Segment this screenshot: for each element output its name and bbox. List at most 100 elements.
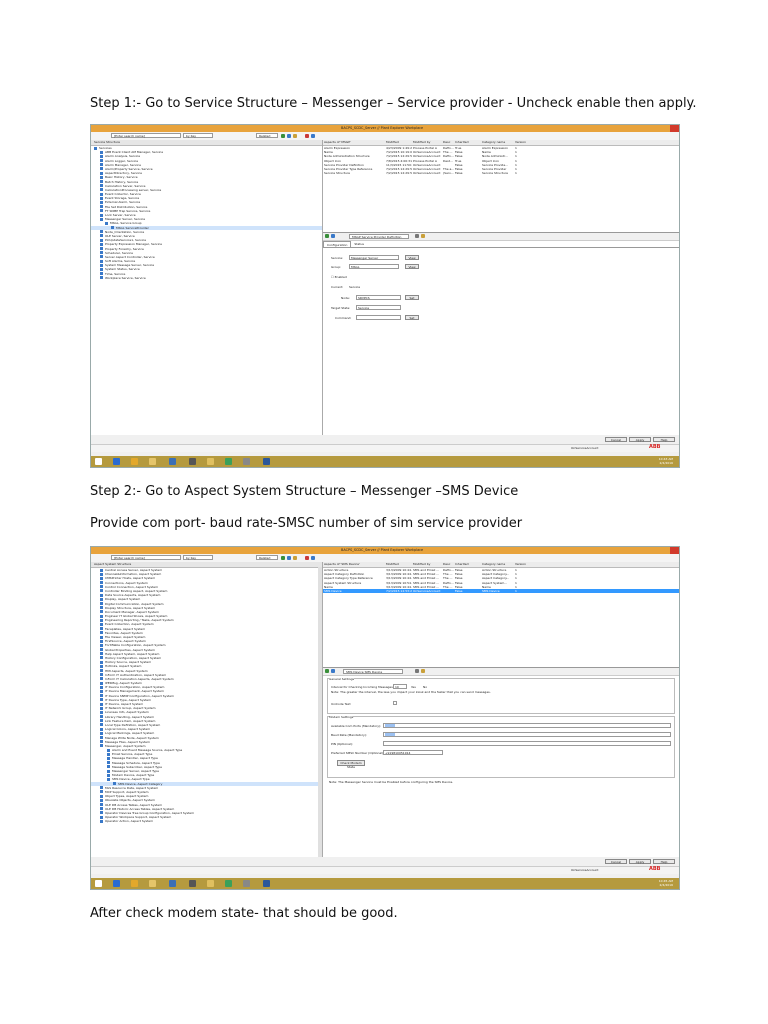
search-input[interactable]: [Enter search name] bbox=[111, 133, 181, 138]
filter-select[interactable]: Related bbox=[256, 133, 278, 138]
filter-select[interactable]: Related bbox=[256, 555, 278, 560]
tab-configuration[interactable]: Configuration bbox=[323, 241, 352, 247]
target-state-select[interactable]: Service bbox=[356, 305, 401, 310]
tree-item[interactable]: Workplace Service, Service bbox=[91, 276, 322, 280]
tree-scrollbar[interactable] bbox=[318, 567, 322, 864]
aspect-forward-icon[interactable] bbox=[331, 669, 335, 673]
maximize-button[interactable] bbox=[661, 547, 670, 554]
interval-yes-radio[interactable]: Yes bbox=[411, 685, 416, 689]
node-select[interactable]: SRVPCS bbox=[356, 295, 401, 300]
app-icon[interactable] bbox=[169, 458, 176, 465]
grid-column-header[interactable]: Modified bbox=[385, 562, 412, 567]
back-icon[interactable] bbox=[281, 555, 285, 560]
folder-task-icon[interactable] bbox=[207, 458, 214, 465]
aspect-back-icon[interactable] bbox=[325, 669, 329, 673]
help-icon[interactable] bbox=[311, 133, 315, 138]
smsc-field[interactable]: +919810051914 bbox=[383, 750, 443, 755]
cancel-button[interactable]: Cancel bbox=[605, 437, 627, 442]
explorer-icon[interactable] bbox=[149, 458, 156, 465]
baud-rate-select[interactable] bbox=[383, 732, 671, 737]
grid-column-header[interactable]: Version bbox=[514, 562, 528, 567]
service-field[interactable]: Messenger Server bbox=[349, 255, 399, 260]
forward-icon[interactable] bbox=[287, 133, 291, 138]
grid-column-header[interactable]: Modified by bbox=[412, 140, 442, 145]
unicode-checkbox[interactable] bbox=[393, 701, 397, 705]
explorer-icon[interactable] bbox=[149, 880, 156, 887]
tool-icon[interactable] bbox=[189, 458, 196, 465]
interval-field[interactable]: 10 bbox=[393, 684, 407, 689]
grid-column-header[interactable]: Version bbox=[514, 140, 528, 145]
grid-column-header[interactable]: Aspects of 'MSGP' bbox=[323, 140, 385, 145]
plant-icon[interactable] bbox=[243, 458, 250, 465]
folder-task-icon[interactable] bbox=[207, 880, 214, 887]
close-button[interactable] bbox=[670, 125, 679, 132]
set-node-button[interactable]: Set bbox=[405, 295, 419, 300]
ie-icon[interactable] bbox=[113, 458, 120, 465]
maximize-button[interactable] bbox=[661, 125, 670, 132]
apply-button[interactable]: Apply bbox=[629, 437, 651, 442]
check-modem-state-button[interactable]: Check Modem State bbox=[337, 760, 365, 769]
chrome-icon[interactable] bbox=[131, 458, 138, 465]
forward-icon[interactable] bbox=[287, 555, 291, 560]
search-scope-select[interactable]: by Key bbox=[183, 133, 213, 138]
network-icon[interactable] bbox=[225, 880, 232, 887]
tool-icon[interactable] bbox=[189, 880, 196, 887]
com-port-select[interactable] bbox=[383, 723, 671, 728]
lock-icon[interactable] bbox=[415, 234, 419, 238]
grid-column-header[interactable]: Inherited bbox=[454, 140, 481, 145]
view-group-button[interactable]: View bbox=[405, 264, 419, 269]
enabled-checkbox[interactable]: ☐ Enabled bbox=[331, 275, 347, 279]
plant-icon[interactable] bbox=[243, 880, 250, 887]
close-button[interactable] bbox=[670, 547, 679, 554]
start-icon[interactable] bbox=[95, 880, 102, 887]
view-service-button[interactable]: View bbox=[405, 255, 419, 260]
minimize-button[interactable] bbox=[652, 547, 661, 554]
pin-field[interactable] bbox=[383, 741, 671, 746]
start-icon[interactable] bbox=[95, 458, 102, 465]
grid-column-header[interactable]: Category name bbox=[481, 140, 514, 145]
set-command-button[interactable]: Set bbox=[405, 315, 419, 320]
grid-column-header[interactable]: Aspects of 'SMS Device' bbox=[323, 562, 385, 567]
interval-no-radio[interactable]: No bbox=[423, 685, 427, 689]
grid-column-header[interactable]: Inherited bbox=[454, 562, 481, 567]
config-icon[interactable] bbox=[421, 669, 425, 673]
app-icon[interactable] bbox=[169, 880, 176, 887]
ie-icon[interactable] bbox=[113, 880, 120, 887]
group-field[interactable]: MSGL bbox=[349, 264, 399, 269]
grid-column-header[interactable]: Category name bbox=[481, 562, 514, 567]
grid-column-header[interactable]: Desc bbox=[442, 562, 454, 567]
folder-icon[interactable] bbox=[293, 555, 297, 560]
word-icon[interactable] bbox=[263, 880, 270, 887]
search-scope-select[interactable]: by Key bbox=[183, 555, 213, 560]
help-button[interactable]: Help bbox=[653, 859, 675, 864]
help-button[interactable]: Help bbox=[653, 437, 675, 442]
grid-column-header[interactable]: Modified by bbox=[412, 562, 442, 567]
grid-column-header[interactable]: Desc bbox=[442, 140, 454, 145]
command-select[interactable] bbox=[356, 315, 401, 320]
aspect-dropdown[interactable]: SMS Device SMS Device bbox=[343, 669, 403, 674]
tab-status[interactable]: Status bbox=[351, 241, 367, 247]
apply-button[interactable]: Apply bbox=[629, 859, 651, 864]
table-row[interactable]: Service Structure 7/2/2015 12:29:5... OnSe… bbox=[323, 171, 679, 175]
search-input[interactable]: [Enter search name] bbox=[111, 555, 181, 560]
folder-icon[interactable] bbox=[293, 133, 297, 138]
chrome-icon[interactable] bbox=[131, 880, 138, 887]
service-tree[interactable]: Services ABB Event Client AM Manager, Ser… bbox=[91, 146, 322, 280]
lock-icon[interactable] bbox=[415, 669, 419, 673]
table-row[interactable]: SMS Device 7/2/2015 12:53:2... OnServiceAc… bbox=[323, 588, 679, 594]
aspect-dropdown[interactable]: MSGP Service Provider Definition bbox=[349, 234, 409, 239]
alarm-icon[interactable] bbox=[305, 555, 309, 560]
alarm-icon[interactable] bbox=[305, 133, 309, 138]
back-icon[interactable] bbox=[281, 133, 285, 138]
word-icon[interactable] bbox=[263, 458, 270, 465]
aspect-forward-icon[interactable] bbox=[331, 234, 335, 238]
config-icon[interactable] bbox=[421, 234, 425, 238]
aspect-system-tree[interactable]: Central Access Server, Aspect System Chan… bbox=[91, 568, 322, 823]
tree-item[interactable]: Operator Action, Aspect System bbox=[91, 819, 322, 823]
cancel-button[interactable]: Cancel bbox=[605, 859, 627, 864]
aspect-back-icon[interactable] bbox=[325, 234, 329, 238]
help-icon[interactable] bbox=[311, 555, 315, 560]
minimize-button[interactable] bbox=[652, 125, 661, 132]
grid-column-header[interactable]: Modified bbox=[385, 140, 412, 145]
network-icon[interactable] bbox=[225, 458, 232, 465]
